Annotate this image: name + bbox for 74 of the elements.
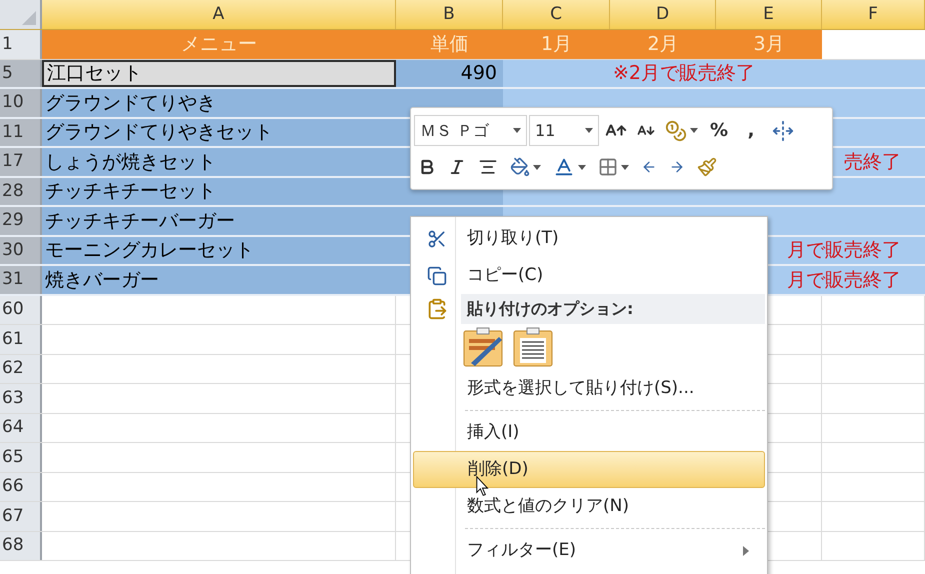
- row-header[interactable]: 60: [0, 296, 42, 324]
- table-cell: 江口セット: [42, 60, 396, 87]
- column-header[interactable]: D: [610, 0, 716, 29]
- row-header[interactable]: 65: [0, 443, 42, 472]
- row-header[interactable]: 28: [0, 178, 42, 205]
- italic-icon: [448, 158, 466, 176]
- menu-item[interactable]: 切り取り(T): [413, 220, 765, 257]
- row-header[interactable]: 10: [0, 89, 42, 116]
- row-header[interactable]: 63: [0, 384, 42, 412]
- table-cell: しょうが焼きセット: [42, 148, 396, 176]
- percent-button[interactable]: %: [704, 116, 734, 146]
- table-cell: チッチキチーバーガー: [42, 207, 396, 234]
- paintbrush-icon: [697, 157, 717, 177]
- column-header[interactable]: A: [42, 0, 396, 29]
- note-text: 売終了: [844, 150, 901, 174]
- scissors-icon: [427, 228, 447, 248]
- table-cell: グラウンドてりやきセット: [42, 118, 396, 146]
- triangle-icon: [22, 11, 36, 25]
- row-header[interactable]: 11: [0, 118, 42, 146]
- clipboard-icon: [426, 298, 448, 320]
- note-text: 月で販売終了: [787, 268, 901, 292]
- caret-icon[interactable]: [585, 128, 593, 133]
- table-cell: 3月: [716, 30, 822, 58]
- table-cell: グラウンドてりやき: [42, 89, 396, 116]
- row-header[interactable]: 68: [0, 532, 42, 560]
- coins-icon: [665, 120, 687, 142]
- note-text: ※2月で販売終了: [613, 61, 756, 86]
- caret-icon[interactable]: [621, 164, 629, 170]
- merge-icon: [772, 120, 794, 142]
- grid-icon: [598, 157, 618, 177]
- clipboard-brush-icon[interactable]: [463, 327, 503, 367]
- row-header[interactable]: 30: [0, 236, 42, 264]
- row-header[interactable]: 61: [0, 325, 42, 354]
- column-header[interactable]: B: [396, 0, 503, 29]
- row-header[interactable]: 31: [0, 266, 42, 294]
- row-header[interactable]: 64: [0, 414, 42, 442]
- table-cell: 1月: [503, 30, 610, 58]
- row-header[interactable]: 5: [0, 60, 42, 87]
- note-text: 月で販売終了: [787, 238, 901, 263]
- menu-item[interactable]: コピー(C): [413, 257, 765, 294]
- menu-item[interactable]: フィルター(E): [413, 532, 765, 569]
- font-size-field[interactable]: 11: [529, 115, 599, 146]
- comma-button[interactable]: ,: [736, 116, 766, 146]
- table-cell: メニュー: [42, 30, 396, 58]
- menu-group-header: 貼り付けのオプション:: [461, 294, 765, 324]
- caret-icon[interactable]: [533, 164, 541, 170]
- copy-icon: [427, 266, 447, 286]
- menu-item[interactable]: 数式と値のクリア(N): [413, 488, 765, 525]
- menu-item[interactable]: 削除(D): [413, 451, 765, 488]
- row-header[interactable]: 62: [0, 354, 42, 383]
- menu-item[interactable]: 形式を選択して貼り付け(S)...: [413, 370, 765, 407]
- clipboard-icon[interactable]: [513, 327, 553, 367]
- table-cell: モーニングカレーセット: [42, 236, 396, 264]
- table-cell: チッチキチーセット: [42, 178, 396, 205]
- column-header[interactable]: C: [503, 0, 610, 29]
- column-header[interactable]: E: [716, 0, 822, 29]
- table-cell: 490: [396, 60, 503, 87]
- row-header[interactable]: 67: [0, 502, 42, 530]
- font-color-icon: [553, 156, 575, 178]
- caret-icon[interactable]: [513, 128, 521, 133]
- cursor-icon: [476, 476, 489, 496]
- caret-icon[interactable]: [578, 164, 586, 170]
- row-header[interactable]: 29: [0, 207, 42, 234]
- menu-item[interactable]: 挿入(I): [413, 414, 765, 451]
- row-header[interactable]: 17: [0, 148, 42, 176]
- table-cell: 焼きバーガー: [42, 266, 396, 294]
- table-cell: 単価: [396, 30, 503, 58]
- font-name-field[interactable]: ＭＳ Ｐゴ: [414, 115, 527, 146]
- table-cell: 2月: [610, 30, 716, 58]
- row-header[interactable]: 1: [0, 30, 42, 58]
- column-header[interactable]: F: [822, 0, 925, 29]
- paint-bucket-icon: [510, 157, 530, 177]
- caret-icon[interactable]: [690, 128, 698, 133]
- row-header[interactable]: 66: [0, 472, 42, 501]
